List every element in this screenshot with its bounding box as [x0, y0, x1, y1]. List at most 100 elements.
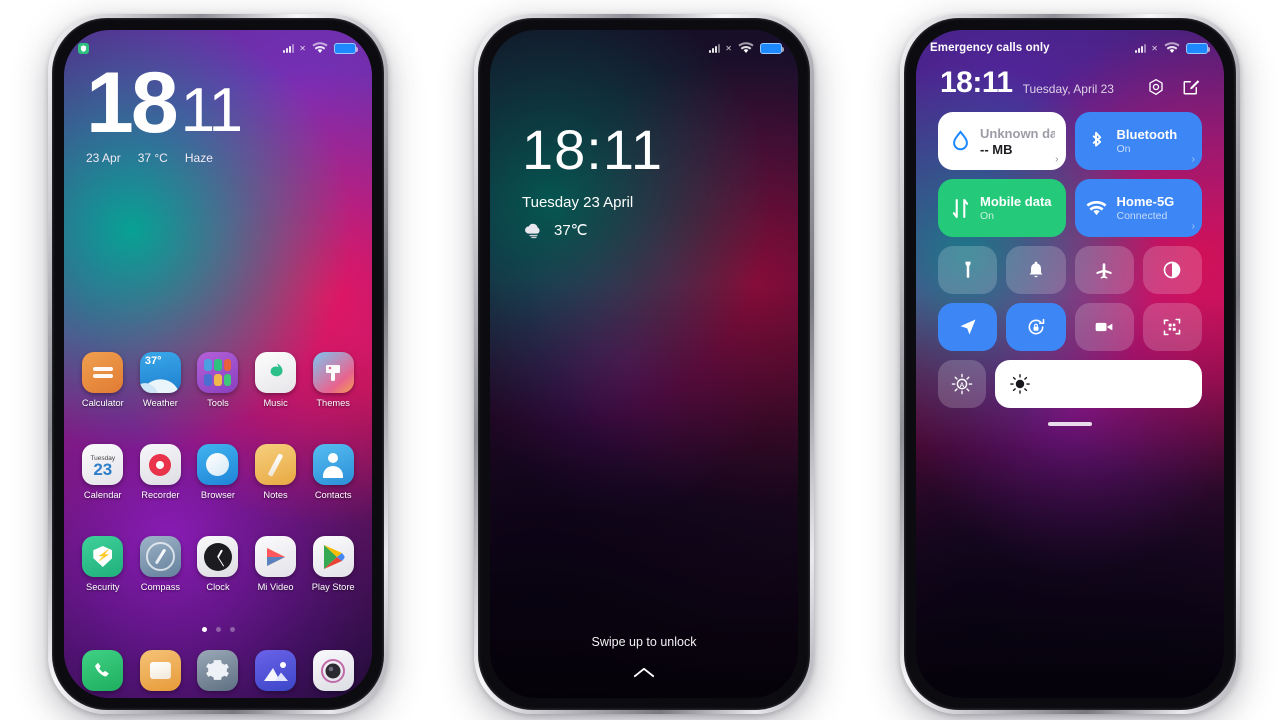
- settings-hex-icon[interactable]: [1147, 78, 1165, 96]
- home-condition: Haze: [184, 151, 213, 165]
- app-label: Music: [263, 398, 288, 408]
- quick-toggle-grid: [938, 246, 1202, 351]
- cloud-haze-icon: [525, 223, 540, 239]
- calendar-icon: Tuesday 23: [82, 444, 124, 485]
- rotation-lock-icon: [1028, 318, 1045, 335]
- wifi-ssid: Home-5G: [1116, 194, 1175, 209]
- mobile-data-icon: [949, 198, 971, 219]
- data-usage-tile[interactable]: Unknown data plan -- MB ›: [938, 112, 1066, 170]
- video-camera-icon: [1095, 322, 1113, 332]
- drag-handle[interactable]: [1048, 422, 1092, 426]
- signal-no-service-icon: [283, 43, 295, 53]
- page-dot[interactable]: [229, 627, 235, 632]
- data-usage-value: -- MB: [980, 141, 1013, 157]
- app-contacts[interactable]: Contacts: [304, 444, 362, 500]
- app-label: Play Store: [311, 582, 355, 592]
- wifi-tile[interactable]: Home-5G Connected ›: [1074, 179, 1202, 237]
- phone-bezel: Emergency calls only ✕ 18:11 Tuesday, Ap…: [904, 18, 1236, 710]
- bluetooth-tile[interactable]: Bluetooth On ›: [1074, 112, 1202, 170]
- bluetooth-title: Bluetooth: [1116, 127, 1178, 142]
- control-center-screen: Emergency calls only ✕ 18:11 Tuesday, Ap…: [916, 30, 1224, 698]
- app-security[interactable]: ⚡ Security: [74, 536, 132, 592]
- bluetooth-icon: [1086, 130, 1108, 152]
- svg-text:A: A: [960, 382, 965, 389]
- app-label: Mi Video: [257, 582, 294, 592]
- weather-badge: 37°: [144, 355, 162, 367]
- app-recorder[interactable]: Recorder: [132, 444, 190, 500]
- home-temperature: 37 °C: [137, 151, 168, 165]
- app-mi-video[interactable]: Mi Video: [247, 536, 305, 592]
- app-clock[interactable]: Clock: [189, 536, 247, 592]
- scanner-toggle[interactable]: [1142, 303, 1202, 351]
- app-tools[interactable]: Tools: [189, 352, 247, 408]
- app-label: Security: [86, 582, 120, 592]
- ringtone-toggle[interactable]: [1006, 246, 1066, 294]
- qr-scan-icon: [1164, 318, 1181, 336]
- dock-messages[interactable]: [132, 650, 190, 691]
- home-clock-meta: 23 Apr 37 °C Haze: [86, 151, 241, 165]
- lock-time: 18:11: [522, 118, 663, 181]
- page-indicator[interactable]: [64, 627, 372, 632]
- phone-bezel: ✕ 18 11 23 Apr 37 °C Haze Calculator 37°…: [52, 18, 384, 710]
- chevron-up-icon[interactable]: [490, 666, 798, 678]
- home-screen: ✕ 18 11 23 Apr 37 °C Haze Calculator 37°…: [64, 30, 372, 698]
- page-dot[interactable]: [215, 627, 221, 632]
- wifi-icon: [738, 42, 754, 53]
- dock-camera[interactable]: [304, 650, 362, 691]
- cc-tile-grid: Unknown data plan -- MB › Bluetooth: [938, 112, 1202, 237]
- airplane-mode-toggle[interactable]: [1074, 246, 1134, 294]
- home-date: 23 Apr: [86, 151, 121, 165]
- bell-icon: [1029, 261, 1043, 278]
- location-toggle[interactable]: [938, 303, 998, 351]
- recorder-icon: [139, 444, 181, 485]
- chevron-right-icon[interactable]: ›: [1192, 221, 1195, 232]
- app-calculator[interactable]: Calculator: [74, 352, 132, 408]
- app-themes[interactable]: Themes: [304, 352, 362, 408]
- page-dot[interactable]: [201, 627, 207, 632]
- rotation-lock-toggle[interactable]: [1006, 303, 1066, 351]
- app-label: Weather: [142, 398, 178, 408]
- auto-brightness-icon: A: [951, 373, 973, 395]
- app-label: Themes: [316, 398, 350, 408]
- app-browser[interactable]: Browser: [189, 444, 247, 500]
- wifi-icon: [1164, 42, 1180, 53]
- signal-no-service-icon: [709, 43, 721, 53]
- dock-settings[interactable]: [189, 650, 247, 691]
- app-row-2: Tuesday 23 Calendar Recorder Browser Not…: [74, 444, 362, 500]
- app-label: Calendar: [83, 490, 122, 500]
- lock-screen: ✕ 18:11 Tuesday 23 April 37℃ Swipe up to…: [490, 30, 798, 698]
- app-weather[interactable]: 37° Weather: [132, 352, 190, 408]
- brightness-slider[interactable]: [995, 360, 1202, 408]
- dock-gallery[interactable]: [247, 650, 305, 691]
- data-drop-icon: [949, 130, 971, 152]
- dark-mode-toggle[interactable]: [1142, 246, 1202, 294]
- screen-recorder-toggle[interactable]: [1074, 303, 1134, 351]
- control-center-panel: 18:11 Tuesday, April 23 Unknown da -- MB…: [916, 60, 1224, 426]
- signal-no-service-icon: [1135, 43, 1147, 53]
- home-clock-widget[interactable]: 18 11 23 Apr 37 °C Haze: [86, 55, 243, 165]
- home-clock-hours: 18: [86, 55, 179, 151]
- app-compass[interactable]: Compass: [132, 536, 190, 592]
- cc-date: Tuesday, April 23: [1022, 82, 1114, 96]
- flashlight-toggle[interactable]: [938, 246, 998, 294]
- dock-phone[interactable]: [74, 650, 132, 691]
- app-notes[interactable]: Notes: [247, 444, 305, 500]
- app-music[interactable]: Music: [247, 352, 305, 408]
- tools-folder-icon: [197, 352, 239, 393]
- phone-icon: [82, 650, 124, 691]
- chevron-right-icon[interactable]: ›: [1192, 154, 1195, 165]
- app-label: Recorder: [141, 490, 180, 500]
- auto-brightness-button[interactable]: A: [938, 360, 986, 408]
- mobile-data-state: On: [980, 210, 995, 222]
- app-calendar[interactable]: Tuesday 23 Calendar: [74, 444, 132, 500]
- compass-icon: [139, 536, 181, 577]
- lock-unlock-area[interactable]: Swipe up to unlock: [490, 635, 798, 678]
- app-play-store[interactable]: Play Store: [304, 536, 362, 592]
- wifi-state: Connected: [1116, 210, 1168, 222]
- signal-x-marker: ✕: [1151, 43, 1158, 53]
- mobile-data-tile[interactable]: Mobile data On: [938, 179, 1066, 237]
- wifi-icon: [312, 42, 328, 53]
- edit-icon[interactable]: [1182, 78, 1200, 96]
- chevron-right-icon[interactable]: ›: [1055, 154, 1058, 165]
- app-label: Tools: [207, 398, 229, 408]
